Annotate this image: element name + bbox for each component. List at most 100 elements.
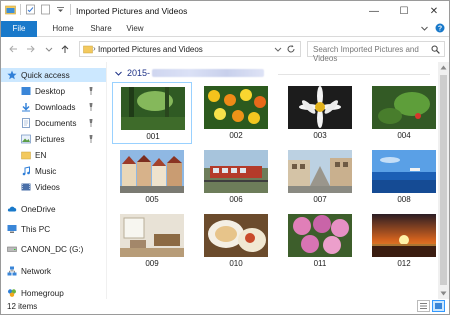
customize-toolbar-chevron-icon[interactable]: [55, 4, 66, 15]
file-tile[interactable]: 002: [196, 82, 276, 144]
desktop-icon: [21, 87, 31, 95]
up-arrow-icon: [61, 45, 69, 53]
file-tile[interactable]: 012: [364, 210, 444, 272]
item-count: 12 items: [7, 302, 38, 311]
sidebar-item-onedrive[interactable]: OneDrive: [7, 202, 56, 216]
tab-share[interactable]: Share: [88, 21, 114, 37]
svg-text:?: ?: [438, 26, 442, 33]
quick-access-toolbar: [5, 4, 71, 15]
sidebar-item-label: Homegroup: [21, 288, 64, 298]
tab-file[interactable]: File: [1, 21, 37, 37]
ribbon-tabs: File Home Share View ?: [1, 21, 449, 37]
sidebar-item-canon-dc[interactable]: CANON_DC (G:): [7, 242, 83, 256]
file-name: 011: [313, 259, 327, 268]
sidebar-item-homegroup[interactable]: Homegroup: [7, 286, 64, 300]
title-bar: Imported Pictures and Videos — ☐ ✕: [1, 1, 449, 21]
pin-icon[interactable]: [87, 102, 95, 112]
back-button[interactable]: [7, 42, 19, 56]
refresh-icon[interactable]: [286, 44, 296, 54]
file-tile[interactable]: 007: [280, 146, 360, 208]
search-box[interactable]: Search Imported Pictures and Videos: [307, 41, 445, 63]
thumbnail-hydrangea: [288, 214, 352, 257]
file-name: 006: [229, 195, 243, 204]
file-tile[interactable]: 010: [196, 210, 276, 272]
navigation-bar: › Imported Pictures and Videos Search Im…: [1, 38, 449, 63]
sidebar-item-label: Desktop: [35, 86, 66, 96]
sidebar-item-this-pc[interactable]: This PC: [7, 222, 50, 236]
pin-icon[interactable]: [87, 86, 95, 96]
group-header[interactable]: 2015-: [114, 68, 265, 78]
file-tile[interactable]: 009: [112, 210, 192, 272]
pin-icon[interactable]: [87, 134, 95, 144]
sidebar-item-label: Videos: [35, 182, 60, 192]
thumbnail-town: [120, 150, 184, 193]
explorer-folder-icon[interactable]: [5, 4, 16, 15]
expand-ribbon-chevron-icon[interactable]: [420, 24, 429, 33]
pin-icon[interactable]: [87, 118, 95, 128]
file-tile[interactable]: 011: [280, 210, 360, 272]
help-icon[interactable]: ?: [435, 23, 445, 33]
scrollbar-thumb[interactable]: [440, 75, 447, 285]
forward-arrow-icon: [27, 45, 35, 53]
sidebar-item-network[interactable]: Network: [7, 264, 51, 278]
window-title: Imported Pictures and Videos: [76, 6, 188, 16]
sidebar-item-desktop[interactable]: Desktop: [21, 84, 65, 98]
large-icons-view-button[interactable]: [432, 300, 445, 312]
recent-locations-button[interactable]: [43, 42, 55, 56]
up-button[interactable]: [59, 42, 71, 56]
sidebar-item-pictures[interactable]: Pictures: [21, 132, 65, 146]
chevron-down-icon: [45, 47, 53, 52]
details-view-button[interactable]: [417, 300, 430, 312]
address-path[interactable]: Imported Pictures and Videos: [98, 45, 203, 54]
sidebar-item-label: Network: [21, 266, 52, 276]
file-tile[interactable]: 005: [112, 146, 192, 208]
minimize-button[interactable]: —: [359, 1, 389, 21]
tab-home[interactable]: Home: [51, 21, 75, 37]
address-history-chevron-icon[interactable]: [274, 45, 282, 53]
file-tile[interactable]: 003: [280, 82, 360, 144]
file-tile[interactable]: 001: [112, 82, 192, 144]
forward-button[interactable]: [25, 42, 37, 56]
address-bar[interactable]: › Imported Pictures and Videos: [79, 41, 301, 57]
sidebar-item-label: Music: [35, 166, 57, 176]
sidebar-item-quick-access[interactable]: Quick access: [1, 68, 106, 82]
collapse-group-chevron-icon[interactable]: [114, 69, 123, 78]
redacted-date-text: [152, 69, 265, 77]
sidebar-item-en[interactable]: EN: [21, 148, 46, 162]
group-date-label: 2015-: [127, 68, 151, 78]
maximize-button[interactable]: ☐: [389, 1, 419, 21]
vertical-scrollbar[interactable]: [438, 62, 449, 299]
sidebar-item-documents[interactable]: Documents: [21, 116, 76, 130]
sidebar-item-music[interactable]: Music: [21, 164, 56, 178]
scroll-down-button[interactable]: [438, 288, 449, 299]
search-icon[interactable]: [431, 45, 440, 54]
file-name: 004: [397, 131, 411, 140]
sidebar-item-downloads[interactable]: Downloads: [21, 100, 76, 114]
tab-view[interactable]: View: [124, 21, 146, 37]
thumbnail-room: [120, 214, 184, 257]
thumbnail-train: [204, 150, 268, 193]
file-tile[interactable]: 006: [196, 146, 276, 208]
file-tile[interactable]: 004: [364, 82, 444, 144]
close-button[interactable]: ✕: [419, 1, 449, 21]
sidebar-item-label: Downloads: [35, 102, 76, 112]
back-arrow-icon: [9, 45, 17, 53]
thumbnail-forest: [121, 87, 185, 130]
scroll-up-arrow-icon: [440, 65, 447, 70]
sidebar-item-label: Documents: [35, 118, 77, 128]
path-separator: ›: [93, 44, 96, 53]
view-switcher: [417, 300, 445, 312]
file-name: 001: [146, 132, 160, 141]
new-folder-icon[interactable]: [40, 4, 51, 15]
scroll-up-button[interactable]: [438, 62, 449, 73]
sidebar-item-label: OneDrive: [21, 204, 56, 214]
music-icon: [22, 166, 30, 176]
search-input[interactable]: Search Imported Pictures and Videos: [313, 45, 444, 63]
sidebar-item-videos[interactable]: Videos: [21, 180, 60, 194]
sidebar-item-label: Pictures: [35, 134, 65, 144]
file-tile[interactable]: 008: [364, 146, 444, 208]
properties-icon[interactable]: [25, 4, 36, 15]
file-name: 009: [145, 259, 159, 268]
cloud-icon: [7, 206, 17, 212]
file-name: 005: [145, 195, 159, 204]
